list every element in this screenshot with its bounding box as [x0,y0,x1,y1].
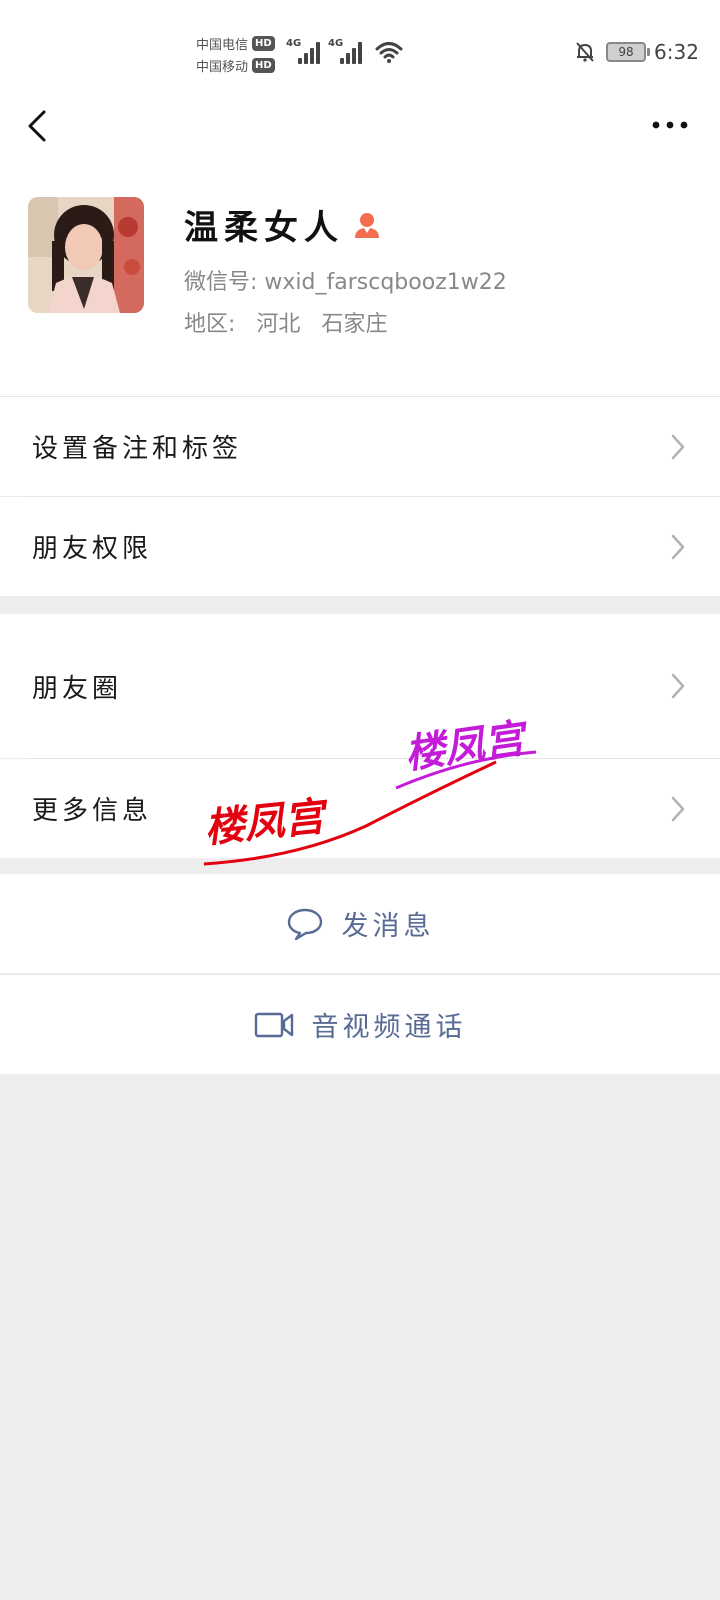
carrier-row: 中国电信 HD [196,32,275,54]
carrier-name: 中国电信 [196,37,249,53]
avatar[interactable] [28,197,144,313]
video-camera-icon [254,1012,293,1037]
wechat-id-label: 微信号: [184,270,258,295]
avatar-photo [28,197,144,313]
more-dots-icon[interactable] [650,113,690,137]
permissions-label: 朋友权限 [32,534,153,564]
chevron-right-icon [671,534,685,559]
clock: 6:32 [654,40,699,64]
region-province: 河北 [256,312,301,337]
chevron-right-icon [671,796,685,821]
wifi-icon [375,42,403,63]
chevron-left-icon[interactable] [24,106,54,146]
region-city: 石家庄 [321,312,388,337]
battery-icon: 98 [606,42,650,62]
carrier-row: 中国移动 HD [196,54,275,76]
region: 地区: 河北 石家庄 [184,306,401,338]
mute-bell-icon [576,42,594,62]
remark-tags-label: 设置备注和标签 [32,434,243,464]
region-label: 地区: [184,312,236,337]
wechat-id-value: wxid_farscqbooz1w22 [264,270,507,295]
chevron-right-icon [671,434,685,459]
carrier-info: 中国电信 HD 中国移动 HD [196,32,275,76]
nickname-row: 温柔女人 [184,200,382,249]
status-bar: 中国电信 HD 中国移动 HD 4G 4G 98 6:32 [0,0,720,100]
video-call-label: 音视频通话 [311,1012,467,1043]
send-message-label: 发消息 [341,911,435,942]
nav-bar [0,100,720,180]
moments-cell[interactable]: 朋友圈 [0,614,720,758]
chevron-right-icon [671,673,685,699]
female-icon [355,212,379,238]
send-message-button[interactable]: 发消息 [0,874,720,973]
more-info-label: 更多信息 [32,796,153,826]
nickname: 温柔女人 [184,208,344,248]
hd-badge: HD [252,35,275,51]
chat-bubble-icon [287,908,322,940]
wechat-id: 微信号: wxid_farscqbooz1w22 [184,264,507,296]
video-call-button[interactable]: 音视频通话 [0,975,720,1074]
remark-tags-cell[interactable]: 设置备注和标签 [0,397,720,496]
carrier-name: 中国移动 [196,59,249,75]
permissions-cell[interactable]: 朋友权限 [0,497,720,596]
profile-header: 温柔女人 微信号: wxid_farscqbooz1w22 地区: 河北 石家庄 [0,180,720,396]
hd-badge: HD [252,57,275,73]
moments-label: 朋友圈 [32,673,123,704]
